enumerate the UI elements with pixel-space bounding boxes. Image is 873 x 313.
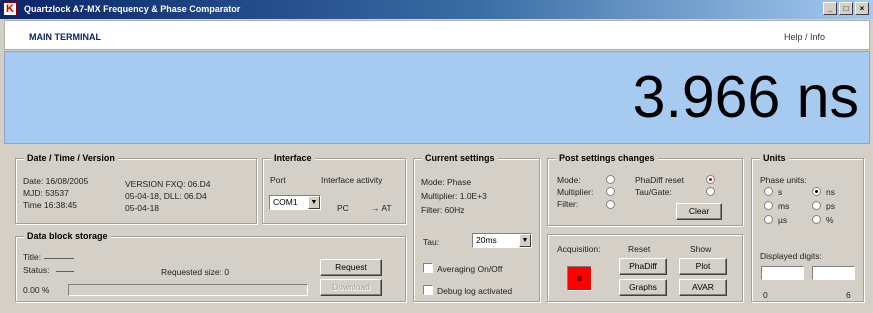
unit-s-label: s	[778, 187, 783, 197]
post-filter-label: Filter:	[557, 199, 579, 209]
tau-value: 20ms	[476, 235, 497, 245]
post-mode-radio[interactable]	[606, 175, 615, 184]
storage-title-value	[44, 258, 74, 259]
unit-percent-radio[interactable]	[812, 215, 821, 224]
group-title: Data block storage	[24, 231, 111, 241]
show-label: Show	[690, 244, 712, 254]
app-icon: K	[3, 2, 17, 16]
requested-size-label: Requested size: 0	[161, 267, 230, 277]
phadiff-reset-radio[interactable]	[706, 175, 715, 184]
time-label: Time 16:38:45	[23, 200, 78, 210]
storage-status-value	[56, 271, 74, 272]
unit-s-radio[interactable]	[764, 187, 773, 196]
unit-percent-label: %	[826, 215, 834, 225]
acquisition-led[interactable]	[567, 266, 592, 291]
digits-scale-min: 0	[763, 290, 768, 300]
minimize-button[interactable]: _	[823, 2, 837, 15]
group-title: Date / Time / Version	[24, 153, 118, 163]
window-title: Quartzlock A7-MX Frequency & Phase Compa…	[24, 4, 241, 14]
clear-button[interactable]: Clear	[676, 203, 722, 220]
download-button[interactable]: Download	[320, 279, 382, 296]
current-mode-label: Mode: Phase	[421, 177, 472, 187]
acquisition-label: Acquisition:	[557, 244, 601, 254]
close-button[interactable]: ×	[855, 2, 869, 15]
port-label: Port	[270, 175, 286, 185]
debug-log-checkbox[interactable]	[423, 285, 433, 295]
measurement-value: 3.966 ns	[632, 64, 859, 130]
tau-label: Tau:	[423, 237, 440, 247]
reset-phadiff-button[interactable]: PhaDiff	[619, 258, 667, 275]
debug-log-label: Debug log activated	[437, 286, 513, 296]
interface-activity-label: Interface activity	[321, 175, 383, 185]
post-filter-radio[interactable]	[606, 200, 615, 209]
storage-progress-bar	[68, 284, 308, 296]
unit-ms-radio[interactable]	[764, 201, 773, 210]
units-group: Units Phase units: s ns ms ps µs % Displ…	[751, 153, 864, 302]
current-settings-group: Current settings Mode: Phase Multiplier:…	[413, 153, 540, 302]
chevron-down-icon[interactable]: ▼	[308, 196, 320, 209]
post-mode-label: Mode:	[557, 175, 581, 185]
group-title: Post settings changes	[556, 153, 658, 163]
menu-help-info[interactable]: Help / Info	[784, 32, 825, 42]
date-time-version-group: Date / Time / Version Date: 16/08/2005 M…	[15, 153, 257, 224]
reset-graphs-button[interactable]: Graphs	[619, 279, 667, 296]
interface-group: Interface Port Interface activity COM1 ▼…	[262, 153, 406, 224]
pc-label: PC	[337, 203, 349, 213]
current-filter-label: Filter: 60Hz	[421, 205, 465, 215]
maximize-button[interactable]: □	[839, 2, 853, 15]
storage-title-label: Title:	[23, 252, 42, 262]
post-settings-group: Post settings changes Mode: Multiplier: …	[547, 153, 743, 226]
digits-slider-left[interactable]	[761, 266, 804, 280]
tau-select[interactable]: 20ms ▼	[472, 233, 532, 248]
menu-main-terminal[interactable]: MAIN TERMINAL	[29, 32, 101, 42]
digits-scale-max: 6	[846, 290, 851, 300]
tau-gate-radio[interactable]	[706, 187, 715, 196]
post-multiplier-label: Multiplier:	[557, 187, 594, 197]
version-fxq-label: VERSION FXQ: 06.D4	[125, 179, 211, 189]
group-title: Interface	[271, 153, 315, 163]
data-block-storage-group: Data block storage Title: Status: Reques…	[15, 231, 406, 302]
averaging-checkbox[interactable]	[423, 263, 433, 273]
displayed-digits-label: Displayed digits:	[760, 251, 822, 261]
unit-ps-radio[interactable]	[812, 201, 821, 210]
show-plot-button[interactable]: Plot	[679, 258, 727, 275]
phadiff-reset-label: PhaDiff reset	[635, 175, 684, 185]
unit-ns-radio[interactable]	[812, 187, 821, 196]
chevron-down-icon[interactable]: ▼	[519, 234, 531, 247]
group-title: Units	[760, 153, 789, 163]
measurement-display: 3.966 ns	[4, 51, 870, 144]
show-avar-button[interactable]: AVAR	[679, 279, 727, 296]
group-title: Current settings	[422, 153, 498, 163]
port-select[interactable]: COM1 ▼	[269, 195, 321, 210]
progress-percent-label: 0.00 %	[23, 285, 50, 295]
unit-us-label: µs	[778, 215, 788, 225]
storage-status-label: Status:	[23, 265, 50, 275]
mjd-label: MJD: 53537	[23, 188, 69, 198]
averaging-label: Averaging On/Off	[437, 264, 503, 274]
port-value: COM1	[273, 197, 298, 207]
unit-ms-label: ms	[778, 201, 790, 211]
version-date-label: 05-04-18	[125, 203, 160, 213]
unit-ns-label: ns	[826, 187, 835, 197]
at-label: → AT	[371, 203, 392, 213]
window-titlebar[interactable]: K Quartzlock A7-MX Frequency & Phase Com…	[0, 0, 873, 19]
digits-slider-right[interactable]	[812, 266, 855, 280]
request-button[interactable]: Request	[320, 259, 382, 276]
acquisition-group: Acquisition: Reset Show PhaDiff Graphs P…	[547, 234, 743, 302]
unit-ps-label: ps	[826, 201, 835, 211]
phase-units-label: Phase units:	[760, 175, 807, 185]
reset-label: Reset	[628, 244, 651, 254]
unit-us-radio[interactable]	[764, 215, 773, 224]
version-dll-label: 05-04-18, DLL: 06.D4	[125, 191, 207, 201]
menu-bar: MAIN TERMINAL Help / Info	[4, 20, 870, 50]
current-multiplier-label: Multiplier: 1.0E+3	[421, 191, 487, 201]
date-label: Date: 16/08/2005	[23, 176, 89, 186]
post-multiplier-radio[interactable]	[606, 187, 615, 196]
tau-gate-label: Tau/Gate:	[635, 187, 672, 197]
